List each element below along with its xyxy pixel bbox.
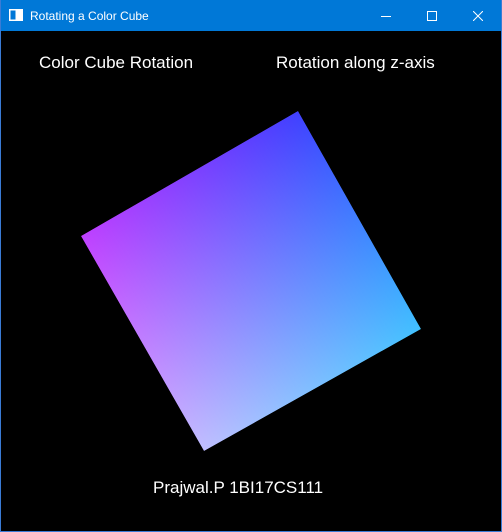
- maximize-button[interactable]: [409, 0, 455, 31]
- maximize-icon: [427, 10, 437, 21]
- minimize-icon: [381, 15, 391, 17]
- close-icon: [473, 10, 483, 21]
- color-cube: [81, 111, 421, 451]
- app-icon: [9, 9, 23, 21]
- app-window: Rotating a Color Cube Color Cube Rotatio…: [0, 0, 502, 532]
- minimize-button[interactable]: [363, 0, 409, 31]
- title-bar[interactable]: Rotating a Color Cube: [1, 0, 501, 31]
- footer-label: Prajwal.P 1BI17CS111: [153, 478, 324, 497]
- window-title: Rotating a Color Cube: [30, 9, 149, 23]
- close-button[interactable]: [455, 0, 501, 31]
- render-canvas: Color Cube Rotation Rotation along z-axi…: [1, 31, 501, 531]
